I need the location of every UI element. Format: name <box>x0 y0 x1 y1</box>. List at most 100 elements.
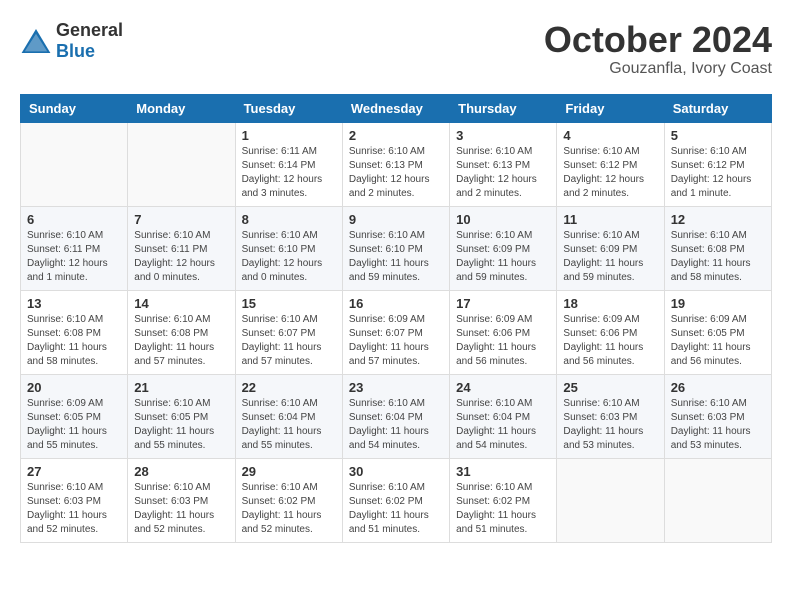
weekday-tuesday: Tuesday <box>235 94 342 122</box>
day-number: 10 <box>456 212 550 227</box>
day-info: Sunrise: 6:10 AM Sunset: 6:13 PM Dayligh… <box>456 145 550 201</box>
calendar-cell: 4 Sunrise: 6:10 AM Sunset: 6:12 PM Daylig… <box>557 122 664 206</box>
calendar-cell <box>128 122 235 206</box>
day-number: 31 <box>456 464 550 479</box>
calendar-cell <box>664 458 771 542</box>
day-number: 24 <box>456 380 550 395</box>
weekday-sunday: Sunday <box>21 94 128 122</box>
calendar-cell: 6 Sunrise: 6:10 AM Sunset: 6:11 PM Daylig… <box>21 206 128 290</box>
day-number: 17 <box>456 296 550 311</box>
day-number: 18 <box>563 296 657 311</box>
calendar-cell: 11 Sunrise: 6:10 AM Sunset: 6:09 PM Dayli… <box>557 206 664 290</box>
day-info: Sunrise: 6:10 AM Sunset: 6:08 PM Dayligh… <box>671 229 765 285</box>
weekday-friday: Friday <box>557 94 664 122</box>
location-title: Gouzanfla, Ivory Coast <box>544 60 772 78</box>
calendar-cell: 1Sunrise: 6:11 AM Sunset: 6:14 PM Daylig… <box>235 122 342 206</box>
calendar-cell: 7Sunrise: 6:10 AM Sunset: 6:11 PM Daylig… <box>128 206 235 290</box>
day-info: Sunrise: 6:10 AM Sunset: 6:03 PM Dayligh… <box>671 397 765 453</box>
day-info: Sunrise: 6:10 AM Sunset: 6:05 PM Dayligh… <box>134 397 228 453</box>
day-number: 28 <box>134 464 228 479</box>
calendar-cell: 2Sunrise: 6:10 AM Sunset: 6:13 PM Daylig… <box>342 122 449 206</box>
calendar-cell: 26 Sunrise: 6:10 AM Sunset: 6:03 PM Dayli… <box>664 374 771 458</box>
day-number: 26 <box>671 380 765 395</box>
weekday-wednesday: Wednesday <box>342 94 449 122</box>
day-number: 8 <box>242 212 336 227</box>
day-number: 14 <box>134 296 228 311</box>
calendar-week-3: 13 Sunrise: 6:10 AM Sunset: 6:08 PM Dayli… <box>21 290 772 374</box>
day-info: Sunrise: 6:10 AM Sunset: 6:10 PM Dayligh… <box>349 229 443 285</box>
calendar-cell: 17 Sunrise: 6:09 AM Sunset: 6:06 PM Dayli… <box>450 290 557 374</box>
calendar-cell: 15 Sunrise: 6:10 AM Sunset: 6:07 PM Dayli… <box>235 290 342 374</box>
day-info: Sunrise: 6:10 AM Sunset: 6:10 PM Dayligh… <box>242 229 336 285</box>
day-info: Sunrise: 6:10 AM Sunset: 6:09 PM Dayligh… <box>563 229 657 285</box>
day-number: 30 <box>349 464 443 479</box>
calendar-cell: 16 Sunrise: 6:09 AM Sunset: 6:07 PM Dayli… <box>342 290 449 374</box>
day-info: Sunrise: 6:10 AM Sunset: 6:03 PM Dayligh… <box>134 481 228 537</box>
calendar-cell <box>557 458 664 542</box>
day-number: 6 <box>27 212 121 227</box>
calendar-body: 1Sunrise: 6:11 AM Sunset: 6:14 PM Daylig… <box>21 122 772 542</box>
calendar-cell: 31Sunrise: 6:10 AM Sunset: 6:02 PM Dayli… <box>450 458 557 542</box>
calendar-cell: 19Sunrise: 6:09 AM Sunset: 6:05 PM Dayli… <box>664 290 771 374</box>
day-number: 5 <box>671 128 765 143</box>
calendar-cell: 29 Sunrise: 6:10 AM Sunset: 6:02 PM Dayli… <box>235 458 342 542</box>
day-number: 12 <box>671 212 765 227</box>
day-number: 16 <box>349 296 443 311</box>
day-number: 23 <box>349 380 443 395</box>
calendar-table: SundayMondayTuesdayWednesdayThursdayFrid… <box>20 94 772 543</box>
day-info: Sunrise: 6:10 AM Sunset: 6:03 PM Dayligh… <box>563 397 657 453</box>
calendar-cell: 24 Sunrise: 6:10 AM Sunset: 6:04 PM Dayli… <box>450 374 557 458</box>
day-info: Sunrise: 6:10 AM Sunset: 6:13 PM Dayligh… <box>349 145 443 201</box>
calendar-week-2: 6 Sunrise: 6:10 AM Sunset: 6:11 PM Daylig… <box>21 206 772 290</box>
day-number: 9 <box>349 212 443 227</box>
calendar-cell: 22Sunrise: 6:10 AM Sunset: 6:04 PM Dayli… <box>235 374 342 458</box>
day-info: Sunrise: 6:10 AM Sunset: 6:02 PM Dayligh… <box>349 481 443 537</box>
calendar-cell: 23Sunrise: 6:10 AM Sunset: 6:04 PM Dayli… <box>342 374 449 458</box>
day-number: 20 <box>27 380 121 395</box>
day-number: 15 <box>242 296 336 311</box>
day-number: 13 <box>27 296 121 311</box>
calendar-cell: 21Sunrise: 6:10 AM Sunset: 6:05 PM Dayli… <box>128 374 235 458</box>
weekday-header-row: SundayMondayTuesdayWednesdayThursdayFrid… <box>21 94 772 122</box>
logo-blue: Blue <box>56 41 95 61</box>
calendar-cell: 18Sunrise: 6:09 AM Sunset: 6:06 PM Dayli… <box>557 290 664 374</box>
day-number: 19 <box>671 296 765 311</box>
day-info: Sunrise: 6:09 AM Sunset: 6:07 PM Dayligh… <box>349 313 443 369</box>
day-number: 22 <box>242 380 336 395</box>
day-info: Sunrise: 6:10 AM Sunset: 6:07 PM Dayligh… <box>242 313 336 369</box>
calendar-cell: 14 Sunrise: 6:10 AM Sunset: 6:08 PM Dayli… <box>128 290 235 374</box>
calendar-week-5: 27Sunrise: 6:10 AM Sunset: 6:03 PM Dayli… <box>21 458 772 542</box>
calendar-cell: 30 Sunrise: 6:10 AM Sunset: 6:02 PM Dayli… <box>342 458 449 542</box>
day-info: Sunrise: 6:10 AM Sunset: 6:08 PM Dayligh… <box>27 313 121 369</box>
day-info: Sunrise: 6:10 AM Sunset: 6:03 PM Dayligh… <box>27 481 121 537</box>
calendar-cell: 8 Sunrise: 6:10 AM Sunset: 6:10 PM Daylig… <box>235 206 342 290</box>
logo: General Blue <box>20 20 123 62</box>
day-info: Sunrise: 6:10 AM Sunset: 6:12 PM Dayligh… <box>563 145 657 201</box>
day-number: 3 <box>456 128 550 143</box>
calendar-cell: 27Sunrise: 6:10 AM Sunset: 6:03 PM Dayli… <box>21 458 128 542</box>
day-info: Sunrise: 6:10 AM Sunset: 6:08 PM Dayligh… <box>134 313 228 369</box>
calendar-cell: 12 Sunrise: 6:10 AM Sunset: 6:08 PM Dayli… <box>664 206 771 290</box>
day-info: Sunrise: 6:10 AM Sunset: 6:12 PM Dayligh… <box>671 145 765 201</box>
day-number: 25 <box>563 380 657 395</box>
calendar-cell: 10 Sunrise: 6:10 AM Sunset: 6:09 PM Dayli… <box>450 206 557 290</box>
day-info: Sunrise: 6:10 AM Sunset: 6:09 PM Dayligh… <box>456 229 550 285</box>
day-info: Sunrise: 6:10 AM Sunset: 6:11 PM Dayligh… <box>27 229 121 285</box>
calendar-cell: 28 Sunrise: 6:10 AM Sunset: 6:03 PM Dayli… <box>128 458 235 542</box>
day-number: 7 <box>134 212 228 227</box>
calendar-cell: 13 Sunrise: 6:10 AM Sunset: 6:08 PM Dayli… <box>21 290 128 374</box>
title-block: October 2024 Gouzanfla, Ivory Coast <box>544 20 772 78</box>
day-number: 11 <box>563 212 657 227</box>
day-info: Sunrise: 6:10 AM Sunset: 6:04 PM Dayligh… <box>456 397 550 453</box>
calendar-cell <box>21 122 128 206</box>
calendar-cell: 5 Sunrise: 6:10 AM Sunset: 6:12 PM Daylig… <box>664 122 771 206</box>
day-number: 29 <box>242 464 336 479</box>
calendar-week-4: 20 Sunrise: 6:09 AM Sunset: 6:05 PM Dayli… <box>21 374 772 458</box>
day-info: Sunrise: 6:10 AM Sunset: 6:02 PM Dayligh… <box>242 481 336 537</box>
calendar-cell: 9 Sunrise: 6:10 AM Sunset: 6:10 PM Daylig… <box>342 206 449 290</box>
day-info: Sunrise: 6:09 AM Sunset: 6:05 PM Dayligh… <box>27 397 121 453</box>
calendar-cell: 20 Sunrise: 6:09 AM Sunset: 6:05 PM Dayli… <box>21 374 128 458</box>
day-info: Sunrise: 6:09 AM Sunset: 6:06 PM Dayligh… <box>456 313 550 369</box>
day-info: Sunrise: 6:11 AM Sunset: 6:14 PM Dayligh… <box>242 145 336 201</box>
day-number: 4 <box>563 128 657 143</box>
